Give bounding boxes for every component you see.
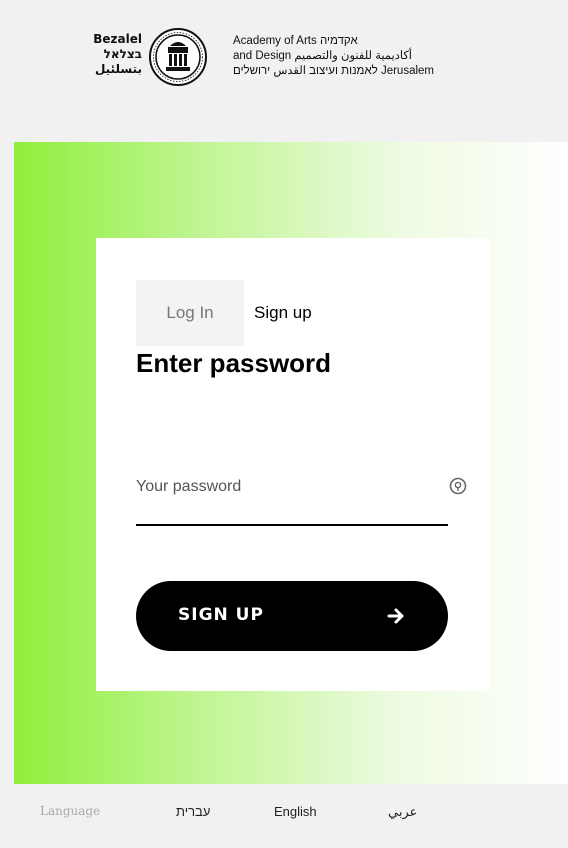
logo-line-he: בצלאל	[103, 47, 142, 61]
language-hebrew[interactable]: עברית	[176, 804, 210, 819]
logo-wordmark[interactable]: Bezalel בצלאל بتسلئيل	[80, 32, 142, 77]
tab-login[interactable]: Log In	[136, 280, 244, 346]
sign-up-button[interactable]: SIGN UP	[136, 581, 448, 651]
password-input[interactable]	[136, 472, 416, 502]
sign-up-button-label: SIGN UP	[178, 605, 264, 625]
logo-line-ar: بتسلئيل	[94, 62, 142, 76]
language-label: Language	[40, 804, 101, 818]
academy-line-3: לאמנות ועיצוב القدس ירושלים Jerusalem	[233, 65, 435, 77]
site-header: Bezalel בצלאל بتسلئيل Academy of Arts אק…	[0, 0, 568, 142]
tab-signup[interactable]: Sign up	[254, 280, 312, 346]
auth-card: Log In Sign up Enter password SIGN UP	[96, 238, 489, 691]
password-field	[136, 466, 467, 526]
language-english[interactable]: English	[274, 804, 317, 819]
language-bar: Language עברית English عربي	[0, 784, 568, 848]
language-arabic[interactable]: عربي	[388, 804, 417, 820]
academy-line-1: Academy of Arts אקדמיה	[233, 35, 358, 47]
academy-name: Academy of Arts אקדמיה and Design أكاديم…	[233, 34, 434, 79]
bezalel-seal-icon[interactable]	[148, 27, 208, 87]
eye-icon[interactable]	[448, 476, 468, 496]
logo-line-en: Bezalel	[93, 32, 142, 46]
page-title: Enter password	[136, 348, 332, 378]
arrow-right-icon	[387, 608, 404, 624]
academy-line-2: and Design أكاديمية للفنون والتصميم	[233, 50, 412, 62]
